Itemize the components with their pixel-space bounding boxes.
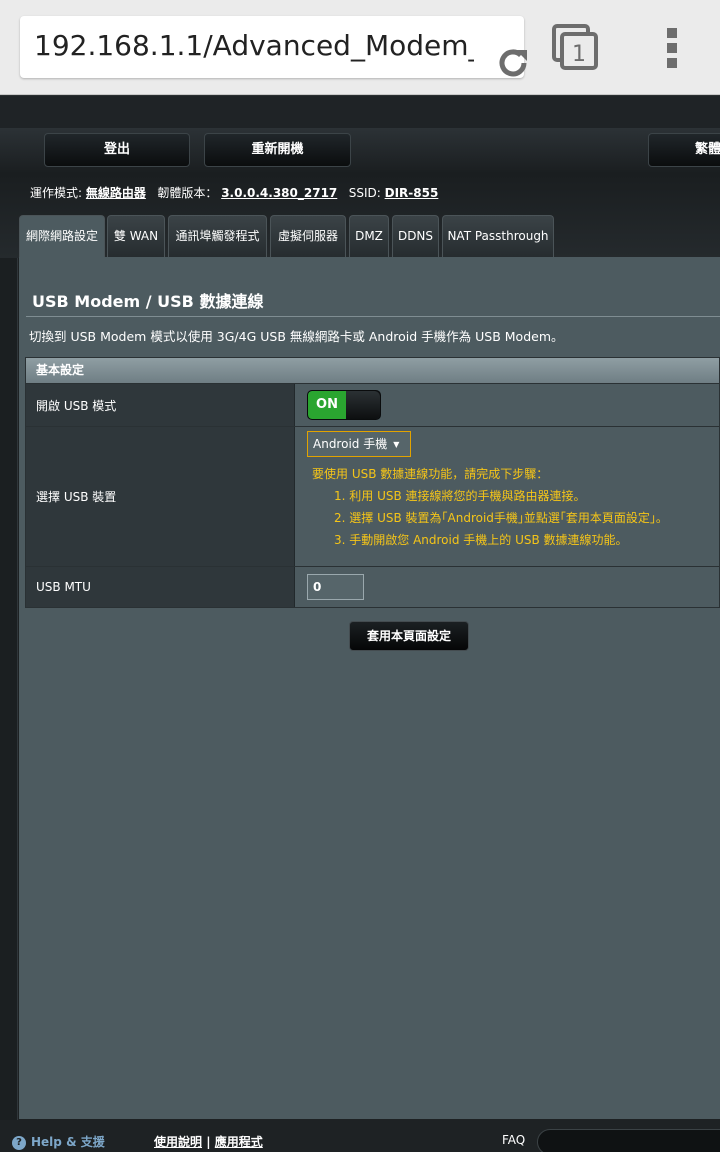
language-button[interactable]: 繁體 (648, 133, 720, 167)
usb-tethering-help: 要使用 USB 數據連線功能，請完成下步驟： 1. 利用 USB 連接線將您的手… (312, 463, 668, 551)
url-text[interactable]: 192.168.1.1/Advanced_Modem_ (34, 29, 474, 62)
usb-device-select[interactable]: Android 手機 ▼ (307, 431, 411, 457)
usb-mtu-input[interactable] (307, 574, 364, 600)
reload-icon[interactable] (494, 44, 532, 82)
footer-links: 使用說明 | 應用程式 (154, 1133, 263, 1150)
tab-nat-passthrough[interactable]: NAT Passthrough (442, 215, 554, 257)
tab-ddns[interactable]: DDNS (392, 215, 439, 257)
tab-virtual-server[interactable]: 虛擬伺服器 (270, 215, 346, 257)
tab-count: 1 (572, 42, 586, 67)
usb-mode-value: ON (295, 384, 719, 426)
help-support-link[interactable]: Help & 支援 (31, 1133, 105, 1150)
usb-device-value: Android 手機 ▼ 要使用 USB 數據連線功能，請完成下步驟： 1. 利用… (295, 427, 719, 566)
apply-button[interactable]: 套用本頁面設定 (349, 621, 469, 651)
faq-search-input[interactable] (537, 1129, 720, 1152)
usb-mode-row: 開啟 USB 模式 ON (25, 384, 720, 427)
toggle-knob (346, 391, 380, 419)
firmware-value-link[interactable]: 3.0.0.4.380_2717 (221, 186, 337, 200)
usb-mtu-row: USB MTU (25, 567, 720, 608)
page-title: USB Modem / USB 數據連線 (32, 292, 264, 311)
usb-device-label: 選擇 USB 裝置 (26, 427, 295, 566)
usb-device-selected: Android 手機 (313, 437, 388, 451)
help-step: 2. 選擇 USB 裝置為｢Android手機｣並點選｢套用本頁面設定｣。 (334, 511, 668, 525)
dropdown-arrow-icon: ▼ (393, 440, 400, 449)
tabs-icon[interactable]: 1 (552, 24, 600, 72)
usb-mtu-value (295, 567, 719, 607)
ssid-label: SSID: (348, 186, 381, 200)
content-panel: USB Modem / USB 數據連線 切換到 USB Modem 模式以使用… (19, 257, 720, 1119)
tab-port-trigger[interactable]: 通訊埠觸發程式 (168, 215, 267, 257)
logout-button[interactable]: 登出 (44, 133, 190, 167)
toggle-on-label: ON (308, 391, 346, 419)
firmware-label: 韌體版本： (157, 186, 218, 200)
manual-link[interactable]: 使用說明 (154, 1135, 202, 1149)
page-description: 切換到 USB Modem 模式以使用 3G/4G USB 無線網路卡或 And… (29, 329, 564, 344)
top-banner (0, 96, 720, 128)
help-icon: ? (12, 1136, 26, 1150)
footer-separator: | (206, 1135, 211, 1149)
side-menu-rail (0, 258, 18, 1120)
ssid-value-link[interactable]: DIR-855 (385, 186, 439, 200)
help-intro: 要使用 USB 數據連線功能，請完成下步驟： (312, 467, 549, 481)
footer: ? Help & 支援 使用說明 | 應用程式 FAQ (0, 1120, 720, 1152)
overflow-menu-icon[interactable] (662, 26, 682, 70)
faq-label: FAQ (502, 1133, 526, 1147)
app-link[interactable]: 應用程式 (215, 1135, 263, 1149)
help-step: 1. 利用 USB 連接線將您的手機與路由器連接。 (334, 489, 586, 503)
mode-value-link[interactable]: 無線路由器 (86, 186, 146, 200)
section-header: 基本設定 (25, 357, 720, 384)
mode-label: 運作模式: (30, 186, 83, 200)
tab-internet[interactable]: 網際網路設定 (19, 215, 105, 257)
usb-mtu-label: USB MTU (26, 567, 295, 607)
title-divider (26, 316, 720, 317)
tab-dual-wan[interactable]: 雙 WAN (107, 215, 165, 257)
usb-mode-toggle[interactable]: ON (307, 390, 381, 420)
usb-device-row: 選擇 USB 裝置 Android 手機 ▼ 要使用 USB 數據連線功能，請完成… (25, 427, 720, 567)
address-bar[interactable]: 192.168.1.1/Advanced_Modem_ (20, 16, 527, 78)
status-line: 運作模式: 無線路由器 韌體版本： 3.0.0.4.380_2717 SSID:… (30, 184, 438, 202)
usb-mode-label: 開啟 USB 模式 (26, 384, 295, 426)
reboot-button[interactable]: 重新開機 (204, 133, 351, 167)
browser-toolbar: 192.168.1.1/Advanced_Modem_ 1 (0, 0, 720, 95)
help-step: 3. 手動開啟您 Android 手機上的 USB 數據連線功能。 (334, 533, 628, 547)
tab-dmz[interactable]: DMZ (349, 215, 389, 257)
